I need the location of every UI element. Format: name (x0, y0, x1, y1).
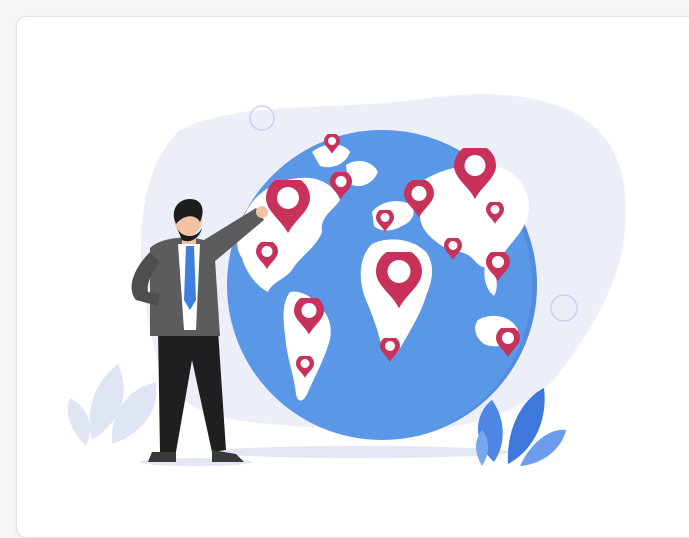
leaf-icon (67, 364, 157, 446)
ground-shadow (210, 446, 510, 458)
globe-illustration (67, 94, 626, 466)
